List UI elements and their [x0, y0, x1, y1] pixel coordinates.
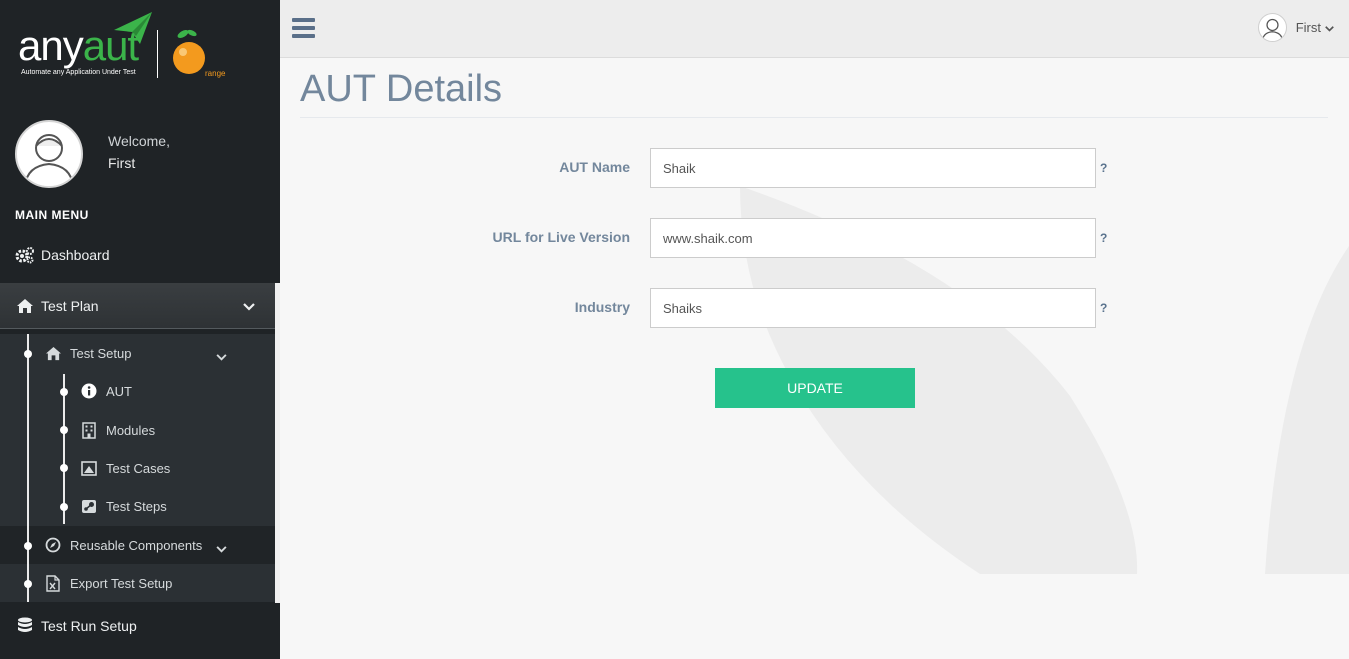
logo-suffix: aut: [82, 22, 139, 69]
orange-icon: [173, 29, 205, 74]
sidebar-item-test-setup[interactable]: Test Setup: [44, 344, 275, 362]
gears-icon: [15, 245, 35, 265]
logo-tagline: Automate any Application Under Test: [21, 69, 136, 76]
sidebar-item-label: Modules: [106, 422, 156, 438]
sidebar-item-label: Test Steps: [106, 498, 167, 514]
sidebar-item-test-cases[interactable]: Test Cases: [80, 459, 170, 477]
welcome-name: First: [108, 155, 136, 171]
info-icon: [80, 382, 98, 400]
sidebar-item-label: Dashboard: [41, 247, 110, 263]
menu-toggle-icon[interactable]: [292, 18, 315, 40]
update-button[interactable]: UPDATE: [715, 368, 915, 408]
user-dropdown[interactable]: First: [1257, 13, 1334, 42]
form-row-live-url: URL for Live Version ?: [280, 218, 1349, 258]
file-excel-icon: [44, 574, 62, 592]
sidebar-item-test-plan[interactable]: Test Plan: [0, 283, 275, 329]
help-icon[interactable]: ?: [1100, 301, 1107, 315]
logo-partner-suffix: range: [205, 69, 226, 78]
sidebar-item-label: AUT: [106, 383, 132, 399]
sidebar-item-label: Test Plan: [41, 297, 99, 314]
main-menu-title: MAIN MENU: [15, 208, 89, 222]
tree-dot: [60, 464, 68, 472]
tree-dot: [24, 350, 32, 358]
live-url-label: URL for Live Version: [492, 229, 630, 245]
logo-prefix: any: [18, 22, 84, 69]
tree-dot: [24, 580, 32, 588]
aut-name-input[interactable]: [650, 148, 1096, 188]
top-bar: First: [280, 0, 1349, 58]
home-icon: [15, 296, 35, 316]
help-icon[interactable]: ?: [1100, 231, 1107, 245]
tree-dot: [60, 426, 68, 434]
compass-icon: [44, 536, 62, 554]
help-icon[interactable]: ?: [1100, 161, 1107, 175]
user-name: First: [1295, 20, 1321, 35]
industry-input[interactable]: [650, 288, 1096, 328]
user-silhouette-icon: [24, 134, 74, 186]
chevron-down-icon: [216, 349, 227, 364]
tree-line: [27, 334, 29, 602]
tree-line-nested: [63, 374, 65, 524]
chevron-down-icon: [243, 298, 255, 314]
aut-name-label: AUT Name: [559, 159, 630, 175]
industry-label: Industry: [574, 299, 630, 315]
tree-dot: [60, 388, 68, 396]
avatar: [1257, 13, 1287, 42]
sidebar-item-modules[interactable]: Modules: [80, 421, 155, 439]
sidebar-item-label: Export Test Setup: [70, 575, 173, 591]
sidebar-item-label: Test Run Setup: [41, 618, 137, 634]
avatar: [15, 120, 83, 188]
sidebar-item-reusable-components[interactable]: Reusable Components: [44, 536, 275, 554]
form-row-industry: Industry ?: [280, 288, 1349, 328]
main-content: AUT Details AUT Name ? URL for Live Vers…: [280, 58, 1349, 659]
sidebar-item-dashboard[interactable]: Dashboard: [0, 244, 280, 266]
sidebar-item-label: Reusable Components: [70, 537, 203, 553]
database-icon: [15, 616, 35, 636]
live-url-input[interactable]: [650, 218, 1096, 258]
home-icon: [44, 344, 62, 362]
sidebar-item-test-steps[interactable]: Test Steps: [80, 497, 167, 515]
sidebar-item-aut[interactable]: AUT: [80, 382, 132, 400]
image-icon: [80, 459, 98, 477]
tree-dot: [24, 542, 32, 550]
tree-dot: [60, 503, 68, 511]
sidebar-item-label: Test Setup: [70, 345, 132, 361]
building-icon: [80, 421, 98, 439]
logo-divider: [157, 30, 158, 78]
form-row-aut-name: AUT Name ?: [280, 148, 1349, 188]
sidebar-item-export-test-setup[interactable]: Export Test Setup: [44, 574, 172, 592]
chevron-down-icon: [1325, 20, 1334, 35]
brand-logo[interactable]: anyaut Automate any Application Under Te…: [0, 0, 280, 100]
page-title: AUT Details: [300, 68, 503, 110]
welcome-text: Welcome,: [108, 133, 170, 149]
title-divider: [300, 117, 1328, 118]
chevron-down-icon: [216, 541, 227, 556]
sidebar-item-label: Test Cases: [106, 460, 171, 476]
steam-icon: [80, 497, 98, 515]
user-silhouette-icon: [1261, 18, 1283, 41]
sidebar-item-test-run-setup[interactable]: Test Run Setup: [0, 614, 280, 638]
sidebar: anyaut Automate any Application Under Te…: [0, 0, 280, 659]
